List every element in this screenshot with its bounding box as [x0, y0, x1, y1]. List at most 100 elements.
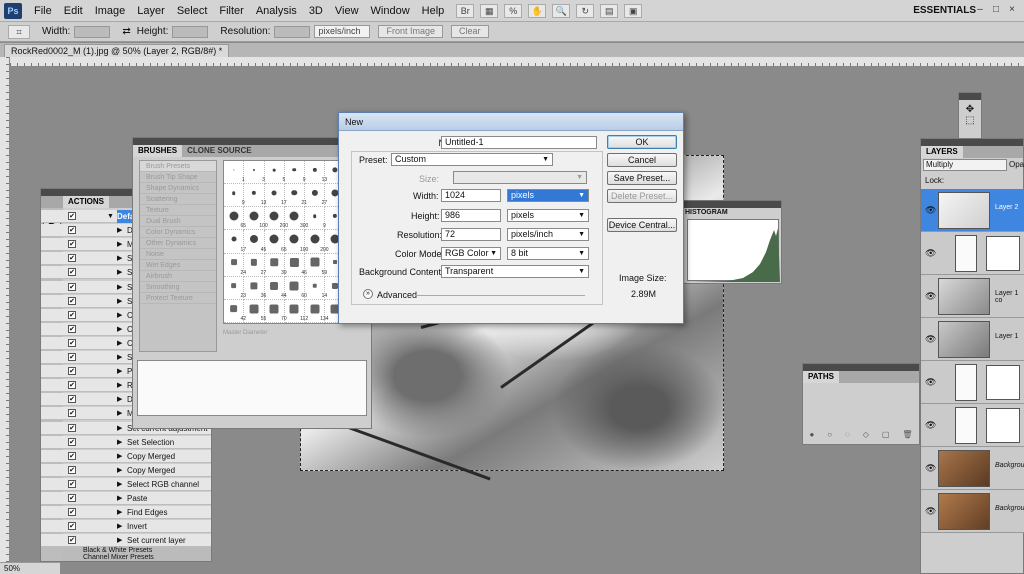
action-row[interactable]: ✔ ▶ Paste [41, 492, 211, 505]
checkbox-icon[interactable]: ✔ [68, 423, 76, 432]
document-tab[interactable]: RockRed0002_M (1).jpg @ 50% (Layer 2, RG… [4, 44, 230, 57]
brush-preset[interactable]: 9 [305, 207, 326, 231]
delete-path-icon[interactable]: 🗑 [902, 430, 912, 444]
resolution-unit-select[interactable]: pixels/inch ▼ [507, 228, 589, 241]
width-input[interactable]: 1024 [441, 189, 501, 202]
resolution-field[interactable] [274, 25, 311, 38]
delete-preset-button[interactable]: Delete Preset... [607, 189, 677, 203]
menu-layer[interactable]: Layer [131, 0, 171, 22]
layer-row[interactable]: 👁 [921, 404, 1024, 447]
triangle-right-icon[interactable]: ▶ [117, 252, 122, 265]
brush-preset[interactable]: 9 [284, 161, 306, 185]
brush-option[interactable]: Noise [140, 249, 216, 260]
rotate-view-icon[interactable]: ↻ [576, 3, 595, 18]
brush-preset[interactable]: 39 [264, 253, 287, 277]
load-selection-icon[interactable]: ◌ [845, 430, 850, 444]
tab-actions[interactable]: ACTIONS [63, 196, 109, 208]
brush-option[interactable]: Airbrush [140, 271, 216, 282]
layer-row[interactable]: 👁 Layer 1 co [921, 275, 1024, 318]
checkbox-icon[interactable]: ✔ [68, 212, 76, 220]
front-image-button[interactable]: Front Image [378, 25, 443, 38]
layer-row[interactable]: 👁 Backgrou [921, 447, 1024, 490]
eye-icon[interactable]: 👁 [925, 420, 936, 431]
move-tool-icon[interactable]: ✥ [959, 104, 981, 115]
checkbox-icon[interactable]: ✔ [68, 451, 76, 460]
brush-preset[interactable]: 100 [244, 207, 268, 231]
menu-file[interactable]: File [28, 0, 58, 22]
triangle-right-icon[interactable]: ▶ [117, 309, 122, 322]
triangle-right-icon[interactable]: ▶ [117, 450, 122, 463]
triangle-right-icon[interactable]: ▶ [117, 337, 122, 350]
minimize-icon[interactable]: – [974, 4, 986, 16]
brush-preset[interactable]: 5 [264, 161, 285, 185]
checkbox-icon[interactable]: ✔ [68, 536, 76, 545]
menu-analysis[interactable]: Analysis [250, 0, 303, 22]
make-work-path-icon[interactable]: ◇ [863, 430, 869, 444]
bridge-icon[interactable]: Br [456, 3, 475, 18]
checkbox-icon[interactable]: ✔ [68, 395, 76, 404]
brush-preset[interactable]: 46 [284, 253, 307, 277]
brush-preset[interactable]: 21 [284, 184, 307, 208]
triangle-right-icon[interactable]: ▶ [117, 323, 122, 336]
brush-preset[interactable]: 1 [224, 161, 245, 185]
menu-edit[interactable]: Edit [58, 0, 89, 22]
action-row[interactable]: ✔ ▶ Set current layer [41, 534, 211, 548]
resolution-unit-select[interactable]: pixels/inch [314, 25, 371, 38]
height-unit-select[interactable]: pixels ▼ [507, 209, 589, 222]
triangle-right-icon[interactable]: ▶ [117, 506, 122, 519]
brush-preset[interactable]: 44 [264, 276, 287, 300]
brush-preset[interactable]: 45 [244, 230, 266, 254]
triangle-right-icon[interactable]: ▶ [117, 478, 122, 491]
checkbox-icon[interactable]: ✔ [68, 338, 76, 347]
brush-preset[interactable]: 300 [284, 207, 308, 231]
checkbox-icon[interactable]: ✔ [68, 494, 76, 502]
triangle-right-icon[interactable]: ▶ [117, 407, 122, 420]
triangle-right-icon[interactable]: ▶ [117, 379, 122, 392]
triangle-right-icon[interactable]: ▶ [117, 534, 122, 547]
resolution-input[interactable]: 72 [441, 228, 501, 241]
triangle-right-icon[interactable]: ▶ [117, 266, 122, 279]
hand-tool-icon[interactable]: ✋ [528, 3, 547, 18]
cancel-button[interactable]: Cancel [607, 153, 677, 167]
checkbox-icon[interactable]: ✔ [68, 324, 76, 333]
maximize-icon[interactable]: □ [990, 4, 1002, 16]
view-extras-icon[interactable]: ▦ [480, 3, 499, 18]
triangle-right-icon[interactable]: ▶ [117, 351, 122, 364]
checkbox-icon[interactable]: ✔ [68, 381, 76, 390]
checkbox-icon[interactable]: ✔ [68, 437, 76, 446]
eye-icon[interactable]: 👁 [925, 506, 936, 517]
triangle-right-icon[interactable]: ▶ [117, 365, 122, 378]
eye-icon[interactable]: 👁 [925, 463, 936, 474]
menu-view[interactable]: View [329, 0, 365, 22]
brush-option[interactable]: Protect Texture [140, 293, 216, 304]
tab-clone-source[interactable]: CLONE SOURCE [182, 145, 256, 157]
triangle-right-icon[interactable]: ▶ [117, 281, 122, 294]
menu-select[interactable]: Select [171, 0, 214, 22]
brush-preset[interactable]: 27 [305, 184, 327, 208]
brush-preset[interactable]: 65 [264, 230, 287, 254]
checkbox-icon[interactable]: ✔ [68, 310, 76, 319]
zoom-level-icon[interactable]: % [504, 3, 523, 18]
brush-preset[interactable]: 3 [244, 161, 265, 185]
footer-item[interactable]: Black & White Presets [83, 547, 211, 554]
swap-icon[interactable]: ⇄ [122, 26, 130, 37]
triangle-down-icon[interactable]: ▼ [107, 210, 114, 223]
brush-option[interactable]: Texture [140, 205, 216, 216]
bit-depth-select[interactable]: 8 bit ▼ [507, 247, 589, 260]
action-row[interactable]: ✔ ▶ Find Edges [41, 506, 211, 520]
brush-preset[interactable]: 100 [284, 230, 308, 254]
footer-item[interactable]: Channel Mixer Presets [83, 554, 211, 561]
action-row[interactable]: ✔ ▶ Invert [41, 520, 211, 534]
layer-row[interactable]: 👁 Layer 1 [921, 318, 1024, 361]
menu-filter[interactable]: Filter [213, 0, 249, 22]
brush-preset[interactable]: 9 [224, 184, 245, 208]
brush-option[interactable]: Other Dynamics [140, 238, 216, 249]
checkbox-icon[interactable]: ✔ [68, 226, 76, 235]
action-row[interactable]: ✔ ▶ Copy Merged [41, 463, 211, 477]
close-icon[interactable]: × [1006, 4, 1018, 16]
checkbox-icon[interactable]: ✔ [68, 522, 76, 531]
triangle-right-icon[interactable]: ▶ [117, 464, 122, 477]
advanced-toggle-icon[interactable]: » [363, 289, 373, 299]
brush-preset[interactable]: 55 [244, 299, 266, 323]
eye-icon[interactable]: 👁 [925, 334, 936, 345]
